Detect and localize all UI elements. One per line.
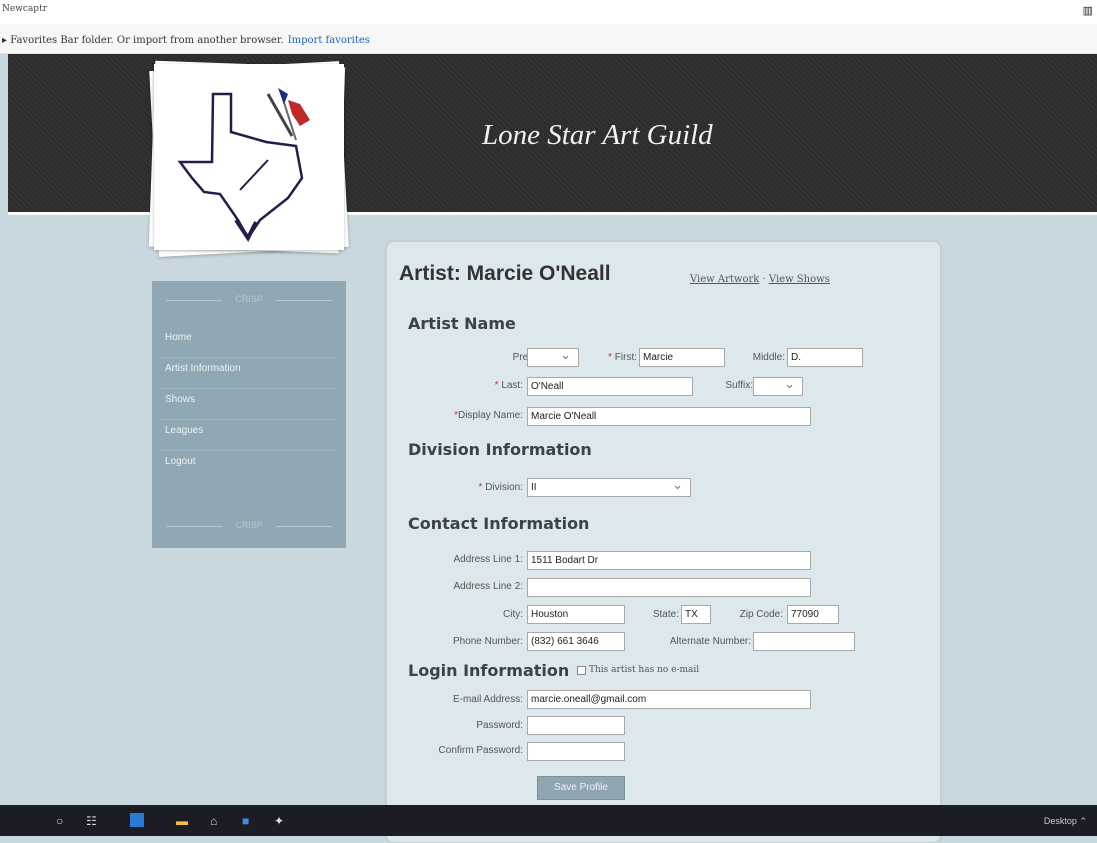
logo[interactable] bbox=[148, 60, 349, 257]
sidebar-item-leagues[interactable]: Leagues bbox=[162, 420, 338, 451]
display-name-label: *Display Name: bbox=[454, 410, 523, 421]
favorites-bar: ▸ Favorites Bar folder. Or import from a… bbox=[0, 24, 1097, 54]
state-input[interactable]: TX bbox=[681, 605, 711, 624]
artist-name-heading: Artist Name bbox=[408, 314, 516, 333]
page-title: Artist: Marcie O'Neall bbox=[399, 262, 611, 285]
division-heading: Division Information bbox=[408, 440, 592, 459]
middle-name-input[interactable]: D. bbox=[787, 348, 863, 367]
no-email-label: This artist has no e-mail bbox=[589, 665, 700, 675]
no-email-checkbox[interactable] bbox=[577, 666, 586, 675]
alternate-number-input[interactable] bbox=[753, 632, 855, 651]
windows-app-icon[interactable]: ■ bbox=[242, 814, 249, 828]
confirm-password-input[interactable] bbox=[527, 742, 625, 761]
import-favorites-link[interactable]: Import favorites bbox=[288, 35, 370, 46]
link-separator: · bbox=[762, 274, 766, 285]
view-shows-link[interactable]: View Shows bbox=[769, 274, 830, 285]
sidebar-nav: CRISP Home Artist Information Shows Leag… bbox=[152, 281, 346, 548]
password-label: Password: bbox=[476, 720, 523, 731]
task-view-icon[interactable]: ☷ bbox=[86, 814, 97, 828]
sidebar-toggle-icon[interactable]: ▥ bbox=[1083, 4, 1093, 17]
tray-area[interactable]: Desktop ⌃ bbox=[1044, 816, 1087, 827]
state-label: State: bbox=[652, 609, 679, 620]
password-input[interactable] bbox=[527, 716, 625, 735]
zip-label: Zip Code: bbox=[739, 609, 783, 620]
zip-input[interactable]: 77090 bbox=[787, 605, 839, 624]
suffix-select[interactable] bbox=[753, 377, 803, 396]
taskbar: ○ ☷ ▬ ⌂ ■ ✦ Desktop ⌃ bbox=[0, 805, 1097, 836]
phone-label: Phone Number: bbox=[452, 636, 523, 647]
site-title: Lone Star Art Guild bbox=[482, 119, 713, 151]
login-heading: Login Information bbox=[408, 661, 570, 680]
file-explorer-icon[interactable]: ▬ bbox=[176, 814, 188, 828]
first-name-input[interactable]: Marcie bbox=[639, 348, 725, 367]
address2-input[interactable] bbox=[527, 578, 811, 597]
store-icon[interactable]: ⌂ bbox=[210, 814, 217, 828]
profile-panel: Artist: Marcie O'Neall View Artwork · Vi… bbox=[386, 241, 941, 843]
window-title: Newcaptr bbox=[2, 4, 47, 14]
texas-palette-icon bbox=[177, 88, 310, 242]
display-name-input[interactable]: Marcie O'Neall bbox=[527, 407, 811, 426]
division-select[interactable]: II bbox=[527, 478, 691, 497]
last-name-input[interactable]: O'Neall bbox=[527, 377, 693, 396]
favorites-text: ▸ Favorites Bar folder. Or import from a… bbox=[2, 35, 370, 46]
sidebar-item-artist-information[interactable]: Artist Information bbox=[162, 358, 338, 389]
confirm-password-label: Confirm Password: bbox=[438, 745, 523, 756]
contact-heading: Contact Information bbox=[408, 514, 590, 533]
middle-label: Middle: bbox=[752, 352, 785, 363]
address1-label: Address Line 1: bbox=[453, 554, 524, 565]
alternate-number-label: Alternate Number: bbox=[669, 636, 751, 647]
view-artwork-link[interactable]: View Artwork bbox=[690, 274, 759, 285]
email-input[interactable]: marcie.oneall@gmail.com bbox=[527, 690, 811, 709]
sidebar-item-shows[interactable]: Shows bbox=[162, 389, 338, 420]
suffix-label: Suffix: bbox=[725, 380, 753, 391]
search-icon[interactable]: ○ bbox=[56, 814, 63, 828]
prefix-select[interactable] bbox=[527, 348, 579, 367]
sidebar-item-home[interactable]: Home bbox=[162, 327, 338, 358]
browser-title-bar: Newcaptr ▥ bbox=[0, 0, 1097, 24]
city-label: City: bbox=[503, 609, 523, 620]
sidebar-item-logout[interactable]: Logout bbox=[162, 451, 338, 481]
first-label: * First: bbox=[608, 352, 637, 363]
save-profile-button[interactable]: Save Profile bbox=[537, 776, 625, 800]
address2-label: Address Line 2: bbox=[453, 581, 524, 592]
city-input[interactable]: Houston bbox=[527, 605, 625, 624]
address1-input[interactable]: 1511 Bodart Dr bbox=[527, 551, 811, 570]
sidebar-ornament-top: CRISP bbox=[166, 294, 332, 306]
browser-app-icon[interactable] bbox=[130, 813, 144, 827]
sidebar-ornament-bottom: CRISP bbox=[166, 520, 332, 532]
division-label: * Division: bbox=[478, 482, 523, 493]
artist-links: View Artwork · View Shows bbox=[690, 274, 830, 285]
phone-input[interactable]: (832) 661 3646 bbox=[527, 632, 625, 651]
app-icon[interactable]: ✦ bbox=[274, 814, 284, 828]
email-label: E-mail Address: bbox=[452, 694, 523, 705]
last-label: * Last: bbox=[494, 380, 523, 391]
